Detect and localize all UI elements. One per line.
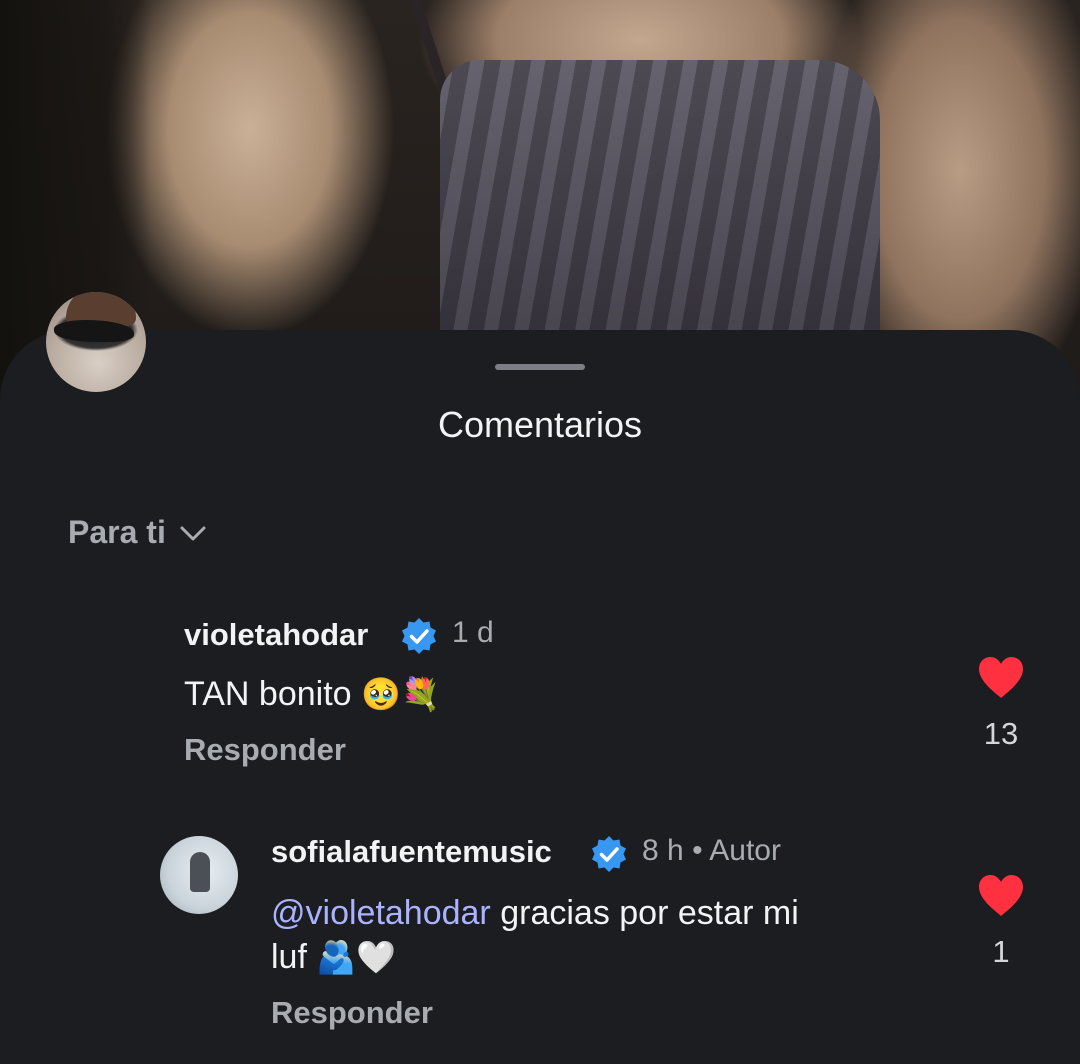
comment-text: TAN bonito 🥹💐 [184,672,441,716]
author-badge: Autor [709,834,781,867]
drag-handle[interactable] [495,364,585,370]
heart-filled-icon[interactable] [977,656,1025,700]
avatar-figure [190,852,210,892]
sheet-title: Comentarios [437,404,643,445]
comment-emojis: 🫂🤍 [316,938,397,976]
reply-button[interactable]: Responder [271,995,433,1031]
sort-label: Para ti [68,514,166,550]
comment-body-line1: gracias por estar mi [490,894,799,932]
verified-badge-icon [402,618,436,654]
sort-dropdown[interactable]: Para ti [68,514,208,551]
verified-badge-icon [592,836,626,872]
like-count: 13 [983,716,1019,751]
mention-link[interactable]: @violetahodar [271,894,491,932]
chevron-down-icon [180,526,206,540]
comment-text: @violetahodar gracias por estar mi luf 🫂… [271,891,931,979]
like-count: 1 [992,934,1010,969]
comment-meta: 8 h • Autor [642,834,781,868]
avatar[interactable] [46,292,146,392]
photo-dress [440,60,880,360]
meta-separator: • [692,834,703,867]
comment-body-line2: luf [271,938,307,976]
reply-button[interactable]: Responder [184,732,346,768]
comment-time: 8 h [642,834,684,867]
avatar[interactable] [160,836,238,914]
heart-filled-icon[interactable] [977,874,1025,918]
comment-body: TAN bonito [184,675,352,713]
comment-emojis: 🥹💐 [361,675,441,713]
comment-time: 1 d [452,616,494,649]
comment-username[interactable]: violetahodar [184,617,368,653]
comment-username[interactable]: sofialafuentemusic [271,834,552,870]
